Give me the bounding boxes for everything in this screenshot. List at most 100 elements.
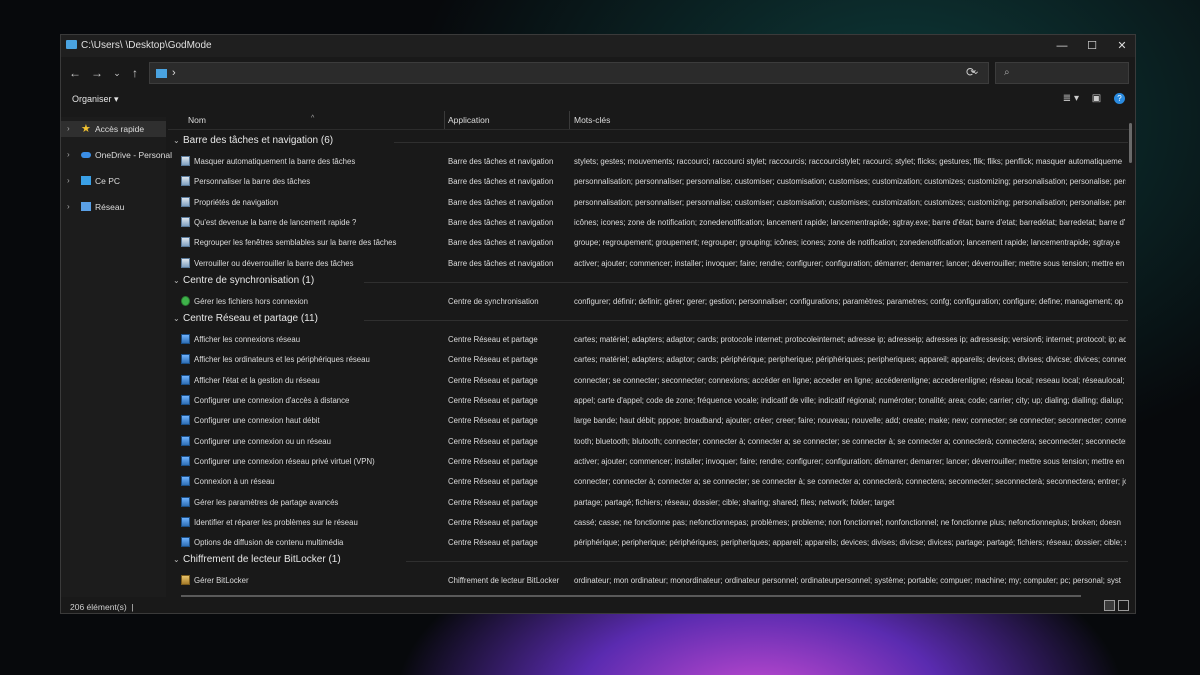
list-item[interactable]: Afficher les connexions réseau Centre Rés…: [168, 329, 1128, 349]
settings-shortcut-icon: [181, 216, 190, 227]
list-item[interactable]: Gérer les fichiers hors connexion Centre …: [168, 291, 1128, 311]
search-input[interactable]: ⌕: [995, 62, 1129, 84]
network-icon: [181, 537, 190, 548]
sidebar-item-this-pc[interactable]: › Ce PC: [61, 173, 166, 189]
chevron-right-icon[interactable]: ›: [67, 150, 70, 159]
network-icon: [181, 334, 190, 345]
navigation-pane: › ★ Accès rapide › OneDrive - Personal ›…: [61, 117, 172, 597]
settings-shortcut-icon: [181, 237, 190, 248]
layout-toggles: [1101, 600, 1129, 613]
list-item[interactable]: Gérer BitLocker Chiffrement de lecteur Bi…: [168, 570, 1128, 590]
chevron-right-icon[interactable]: ›: [67, 176, 70, 185]
close-button[interactable]: ✕: [1107, 35, 1135, 57]
group-title: Centre Réseau et partage (11): [183, 313, 318, 325]
item-keywords: groupe; regroupement; groupement; regrou…: [574, 238, 1120, 248]
group-header[interactable]: ⌄ Centre Réseau et partage (11): [168, 311, 1128, 329]
list-item[interactable]: Qu'est devenue la barre de lancement rap…: [168, 212, 1128, 232]
list-item[interactable]: Identifier et réparer les problèmes sur …: [168, 512, 1128, 532]
item-application: Barre des tâches et navigation: [448, 157, 554, 166]
item-application: Centre de synchronisation: [448, 296, 539, 306]
list-item[interactable]: Configurer une connexion d'accès à dista…: [168, 390, 1128, 410]
recent-locations-button[interactable]: ⌄: [109, 65, 125, 81]
sidebar-item-label: Ce PC: [95, 176, 121, 186]
chevron-down-icon[interactable]: ⌄: [173, 555, 180, 564]
item-application: Centre Réseau et partage: [448, 477, 538, 487]
list-item[interactable]: Configurer une connexion haut débit Centr…: [168, 410, 1128, 430]
chevron-down-icon[interactable]: ⌄: [173, 136, 180, 145]
forward-button[interactable]: →: [89, 65, 105, 81]
help-icon[interactable]: ?: [1114, 93, 1125, 104]
vertical-scrollbar[interactable]: [1129, 123, 1132, 163]
status-bar: 206 élément(s) |: [61, 597, 1135, 613]
large-icons-view-button[interactable]: [1118, 600, 1129, 611]
chevron-right-icon[interactable]: ›: [67, 202, 70, 211]
list-item[interactable]: Personnaliser la barre des tâches Barre d…: [168, 171, 1128, 191]
list-item[interactable]: Gérer les paramètres de partage avancés C…: [168, 492, 1128, 512]
item-application: Centre Réseau et partage: [448, 355, 538, 365]
list-item[interactable]: Configurer une connexion réseau privé vi…: [168, 451, 1128, 471]
list-item[interactable]: Propriétés de navigation Barre des tâches…: [168, 192, 1128, 212]
item-name: Options de diffusion de contenu multiméd…: [194, 538, 344, 548]
column-application[interactable]: Application: [448, 115, 490, 125]
sidebar-item-label: Accès rapide: [95, 124, 145, 134]
group-header[interactable]: ⌄ Centre de synchronisation (1): [168, 273, 1128, 291]
refresh-button[interactable]: ⟳: [966, 65, 976, 79]
list-item[interactable]: Afficher l'état et la gestion du réseau C…: [168, 370, 1128, 390]
sidebar-item-network[interactable]: › Réseau: [61, 199, 166, 215]
column-divider[interactable]: [569, 111, 570, 129]
up-button[interactable]: ↑: [127, 65, 143, 81]
group-divider: [364, 320, 1128, 322]
rows-container: ⌄ Barre des tâches et navigation (6) Masqu…: [168, 133, 1128, 593]
item-application: Centre Réseau et partage: [448, 436, 538, 446]
group-header[interactable]: ⌄ Chiffrement de lecteur BitLocker (1): [168, 552, 1128, 570]
details-view-button[interactable]: [1104, 600, 1115, 611]
item-application: Centre Réseau et partage: [448, 538, 538, 548]
title-bar: C:\Users\ \Desktop\GodMode — ☐ ✕: [61, 35, 1135, 57]
column-name[interactable]: Nom: [188, 115, 206, 125]
item-application: Barre des tâches et navigation: [448, 177, 554, 187]
sidebar-item-quick-access[interactable]: › ★ Accès rapide: [61, 121, 166, 137]
sidebar-item-label: OneDrive - Personal: [95, 150, 173, 160]
maximize-button[interactable]: ☐: [1077, 35, 1107, 57]
group-header[interactable]: ⌄ Barre des tâches et navigation (6): [168, 133, 1128, 151]
preview-pane-button[interactable]: ▣: [1092, 93, 1101, 104]
item-keywords: large bande; haut débit; pppoe; broadban…: [574, 416, 1126, 426]
item-application: Chiffrement de lecteur BitLocker: [448, 576, 560, 586]
list-item[interactable]: Masquer automatiquement la barre des tâc…: [168, 151, 1128, 171]
item-keywords: cartes; matériel; adapters; adaptor; car…: [574, 335, 1126, 345]
list-item[interactable]: Verrouiller ou déverrouiller la barre de…: [168, 253, 1128, 273]
chevron-down-icon[interactable]: ⌄: [173, 276, 180, 285]
settings-shortcut-icon: [181, 257, 190, 268]
settings-shortcut-icon: [181, 196, 190, 207]
column-keywords[interactable]: Mots-clés: [574, 115, 610, 125]
item-keywords: cassé; casse; ne fonctionne pas; nefonct…: [574, 517, 1122, 527]
organize-button[interactable]: Organiser ▾: [72, 94, 119, 105]
list-item[interactable]: Afficher les ordinateurs et les périphér…: [168, 349, 1128, 369]
sidebar-item-onedrive[interactable]: › OneDrive - Personal: [61, 147, 172, 163]
list-item[interactable]: Configurer une connexion ou un réseau Cen…: [168, 431, 1128, 451]
list-item[interactable]: Connexion à un réseau Centre Réseau et pa…: [168, 471, 1128, 491]
item-count: 206 élément(s) |: [70, 602, 134, 612]
item-keywords: connecter; connecter à; connecter a; se …: [574, 477, 1126, 487]
group-divider: [364, 281, 1128, 283]
chevron-right-icon[interactable]: ›: [67, 124, 70, 133]
view-mode-button[interactable]: ≣ ▾: [1063, 93, 1079, 104]
sort-arrow-icon: ^: [311, 115, 315, 122]
folder-icon: [156, 69, 167, 78]
address-path: ›: [172, 67, 176, 79]
address-bar[interactable]: › ⌄: [149, 62, 989, 84]
minimize-button[interactable]: —: [1047, 35, 1077, 57]
group-title: Barre des tâches et navigation (6): [183, 135, 334, 146]
item-keywords: appel; carte d'appel; code de zone; fréq…: [574, 396, 1124, 405]
item-keywords: icônes; icones; zone de notification; zo…: [574, 217, 1126, 227]
bitlocker-icon: [181, 575, 190, 586]
list-item[interactable]: Options de diffusion de contenu multiméd…: [168, 532, 1128, 552]
sync-icon: [181, 295, 190, 306]
chevron-down-icon[interactable]: ⌄: [173, 314, 180, 323]
search-icon: ⌕: [1004, 67, 1010, 78]
list-item[interactable]: Regrouper les fenêtres semblables sur la…: [168, 232, 1128, 252]
network-icon: [81, 202, 91, 211]
back-button[interactable]: ←: [67, 65, 83, 81]
network-icon: [181, 455, 190, 466]
column-divider[interactable]: [444, 111, 445, 129]
